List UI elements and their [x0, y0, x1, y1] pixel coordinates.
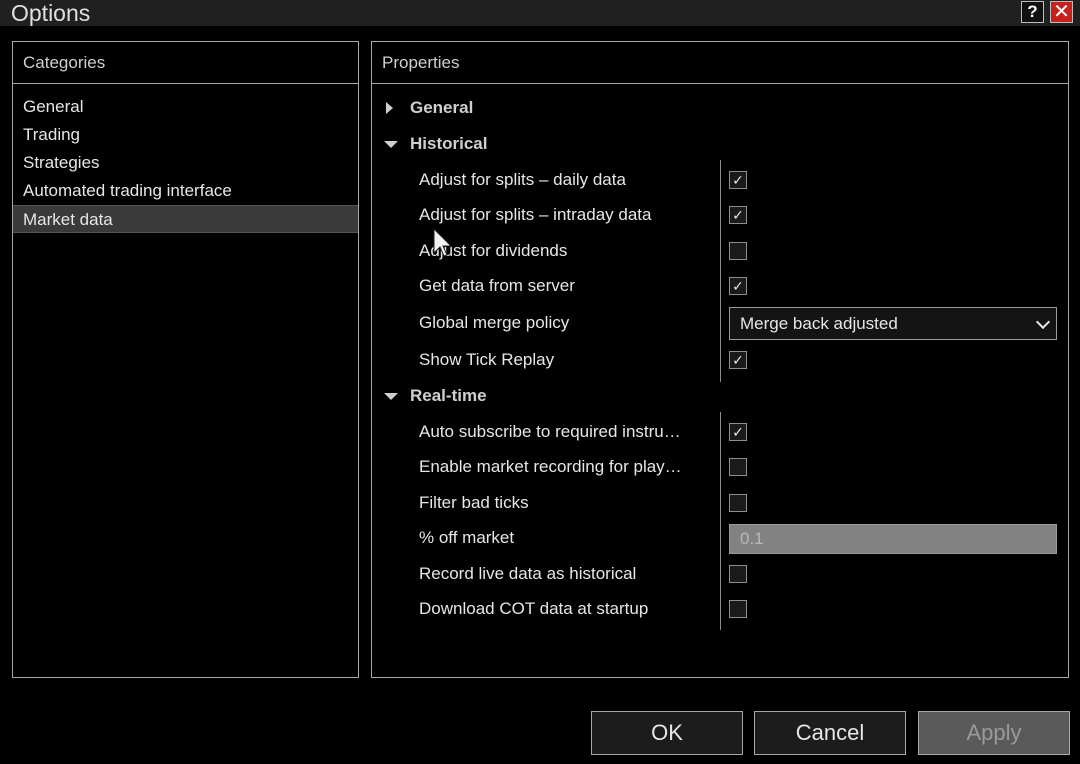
section-general-label: General	[410, 98, 474, 117]
category-item-automated-trading-interface[interactable]: Automated trading interface	[13, 177, 358, 205]
section-realtime-label: Real-time	[410, 386, 487, 405]
adjust-dividends-checkbox[interactable]	[729, 242, 747, 260]
cancel-button[interactable]: Cancel	[754, 711, 906, 755]
help-button[interactable]: ?	[1021, 1, 1044, 23]
adjust-splits-intraday-checkbox[interactable]: ✓	[729, 206, 747, 224]
prop-show-tick-replay-label: Show Tick Replay	[419, 350, 555, 369]
show-tick-replay-checkbox[interactable]: ✓	[729, 351, 747, 369]
prop-filter-bad-ticks-label: Filter bad ticks	[419, 493, 529, 512]
properties-panel: Properties General Historical Adjust for…	[371, 41, 1069, 678]
prop-auto-subscribe-label: Auto subscribe to required instru…	[419, 422, 681, 441]
prop-off-market-label: % off market	[419, 528, 515, 547]
prop-download-cot-label: Download COT data at startup	[419, 599, 649, 618]
prop-adjust-splits-daily-label: Adjust for splits – daily data	[419, 170, 626, 189]
collapse-arrow-icon[interactable]	[384, 141, 398, 148]
prop-enable-market-recording-label: Enable market recording for play…	[419, 457, 682, 476]
global-merge-policy-select[interactable]: Merge back adjusted	[729, 307, 1057, 340]
get-data-server-checkbox[interactable]: ✓	[729, 277, 747, 295]
prop-adjust-splits-intraday-label: Adjust for splits – intraday data	[419, 205, 652, 224]
global-merge-policy-value: Merge back adjusted	[740, 314, 898, 333]
chevron-down-icon[interactable]	[1035, 314, 1051, 330]
section-historical-label: Historical	[410, 134, 488, 153]
apply-button[interactable]: Apply	[918, 711, 1070, 755]
mouse-cursor-icon	[433, 228, 453, 257]
enable-market-recording-checkbox[interactable]	[729, 458, 747, 476]
expand-arrow-icon[interactable]	[386, 102, 393, 114]
column-divider-historical[interactable]	[720, 160, 721, 382]
off-market-value: 0.1	[740, 529, 764, 548]
category-item-general[interactable]: General	[13, 93, 358, 121]
column-divider-realtime[interactable]	[720, 412, 721, 630]
category-item-strategies[interactable]: Strategies	[13, 149, 358, 177]
auto-subscribe-checkbox[interactable]: ✓	[729, 423, 747, 441]
adjust-splits-daily-checkbox[interactable]: ✓	[729, 171, 747, 189]
category-list: General Trading Strategies Automated tra…	[13, 93, 358, 233]
category-item-trading[interactable]: Trading	[13, 121, 358, 149]
off-market-input[interactable]: 0.1	[729, 524, 1057, 554]
prop-adjust-dividends-label: Adjust for dividends	[419, 241, 568, 260]
property-grid: General Historical Adjust for splits – d…	[372, 42, 1068, 677]
collapse-arrow-icon[interactable]	[384, 393, 398, 400]
filter-bad-ticks-checkbox[interactable]	[729, 494, 747, 512]
categories-header: Categories	[13, 42, 358, 84]
record-live-data-checkbox[interactable]	[729, 565, 747, 583]
prop-global-merge-policy-label: Global merge policy	[419, 313, 570, 332]
prop-get-data-server-label: Get data from server	[419, 276, 575, 295]
category-item-market-data[interactable]: Market data	[13, 205, 358, 233]
download-cot-checkbox[interactable]	[729, 600, 747, 618]
title-bar: Options ? ✕	[0, 0, 1080, 26]
window-title: Options	[11, 0, 91, 26]
prop-record-live-data-label: Record live data as historical	[419, 564, 637, 583]
close-button[interactable]: ✕	[1050, 1, 1073, 23]
categories-panel: Categories General Trading Strategies Au…	[12, 41, 359, 678]
ok-button[interactable]: OK	[591, 711, 743, 755]
